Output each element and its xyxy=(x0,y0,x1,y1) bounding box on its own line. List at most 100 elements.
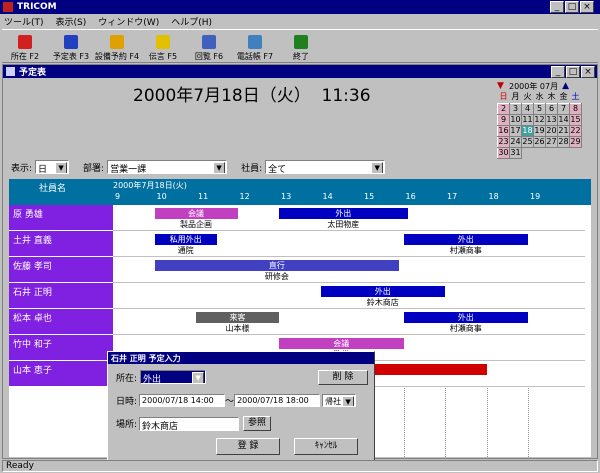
employee-name[interactable]: 山本 恵子 xyxy=(9,361,113,387)
calendar-day[interactable]: 13 xyxy=(545,113,558,126)
calendar-day[interactable]: 9 xyxy=(497,113,510,126)
toolbar-label: 回覧 F6 xyxy=(194,52,224,61)
calendar-day[interactable]: 22 xyxy=(569,124,582,137)
calendar-day[interactable]: 2 xyxy=(497,102,510,115)
calendar-day[interactable]: 25 xyxy=(521,135,534,148)
calendar-day[interactable]: 11 xyxy=(521,113,534,126)
datetime-label: 日時: xyxy=(116,397,138,407)
calendar-day[interactable]: 4 xyxy=(521,102,534,115)
toolbar-button-5[interactable]: 電話帳 F7 xyxy=(232,30,278,62)
toolbar-button-0[interactable]: 所在 F2 xyxy=(2,30,48,62)
hour-label: 17 xyxy=(447,192,458,201)
chevron-down-icon: ▼ xyxy=(213,162,226,173)
hour-label: 12 xyxy=(239,192,250,201)
calendar-day[interactable]: 26 xyxy=(533,135,546,148)
app-maximize-button[interactable]: □ xyxy=(565,1,579,13)
schedule-window-title-bar: 予定表 xyxy=(3,65,597,78)
cancel-button[interactable]: ｷｬﾝｾﾙ xyxy=(294,438,358,455)
calendar-day[interactable]: 19 xyxy=(533,124,546,137)
event-bar[interactable]: 外出 xyxy=(279,208,408,219)
calendar-day[interactable]: 31 xyxy=(509,146,522,159)
calendar-day[interactable]: 21 xyxy=(557,124,570,137)
employee-name[interactable]: 石井 正明 xyxy=(9,283,113,309)
calendar-day xyxy=(522,147,534,158)
register-button[interactable]: 登 録 xyxy=(216,438,280,455)
next-month-button[interactable]: ▲ xyxy=(562,81,569,91)
place-select[interactable]: 外出 ▼ xyxy=(140,370,207,384)
calendar-day[interactable]: 17 xyxy=(509,124,522,137)
schedule-icon xyxy=(64,35,78,49)
display-select[interactable]: 日 ▼ xyxy=(35,160,70,174)
display-label: 表示: xyxy=(11,163,33,174)
calendar-day[interactable]: 6 xyxy=(545,102,558,115)
event-bar[interactable]: 会議 xyxy=(154,208,238,219)
calendar-day[interactable]: 15 xyxy=(569,113,582,126)
event-bar[interactable]: 直行 xyxy=(154,260,400,271)
toolbar-button-3[interactable]: 伝言 F5 xyxy=(140,30,186,62)
schedule-window-title: 予定表 xyxy=(19,68,47,78)
calendar-day[interactable]: 28 xyxy=(557,135,570,148)
win-minimize-button[interactable]: _ xyxy=(551,66,565,78)
employee-name[interactable]: 佐藤 孝司 xyxy=(9,257,113,283)
dialog-title-bar: 石井 正明 予定入力 xyxy=(108,352,374,364)
prev-month-button[interactable]: ▼ xyxy=(497,81,509,91)
calendar-day[interactable]: 18 xyxy=(521,124,534,137)
employee-name[interactable]: 竹中 和子 xyxy=(9,335,113,361)
app-title-bar: TRICOM xyxy=(0,0,600,14)
range-tilde: 〜 xyxy=(225,397,235,407)
calendar-day[interactable]: 5 xyxy=(533,102,546,115)
event-bar[interactable]: 外出 xyxy=(320,286,445,297)
start-datetime-input[interactable]: 2000/07/18 14:00 xyxy=(139,394,226,407)
calendar-day[interactable]: 20 xyxy=(545,124,558,137)
toolbar-button-6[interactable]: 終了 xyxy=(278,30,324,62)
event-bar[interactable]: 会議 xyxy=(279,338,404,349)
weekday-label: 土 xyxy=(571,92,580,102)
reference-button[interactable]: 参照 xyxy=(243,416,272,431)
circulate-icon xyxy=(202,35,216,49)
toolbar-label: 終了 xyxy=(293,52,309,61)
win-maximize-button[interactable]: □ xyxy=(566,66,580,78)
calendar-day[interactable]: 30 xyxy=(497,146,510,159)
calendar-day[interactable]: 24 xyxy=(509,135,522,148)
calendar-day[interactable]: 10 xyxy=(509,113,522,126)
location-input[interactable]: 鈴木商店 xyxy=(139,416,240,431)
menu-tools[interactable]: ツール(T) xyxy=(4,15,44,28)
event-bar[interactable]: 外出 xyxy=(403,312,528,323)
win-close-button[interactable]: × xyxy=(581,66,595,78)
calendar-day[interactable]: 14 xyxy=(557,113,570,126)
event-bar[interactable]: 外出 xyxy=(403,234,528,245)
calendar-day[interactable]: 23 xyxy=(497,135,510,148)
event-bar[interactable]: 来客 xyxy=(196,312,279,323)
current-datetime: 2000年7月18日（火） 11:36 xyxy=(133,86,371,106)
event-detail: 鈴木商店 xyxy=(366,298,399,307)
employee-name[interactable]: 松本 卓也 xyxy=(9,309,113,335)
hour-label: 18 xyxy=(488,192,499,201)
calendar-day[interactable]: 29 xyxy=(569,135,582,148)
app-close-button[interactable]: × xyxy=(580,1,594,13)
end-datetime-input[interactable]: 2000/07/18 18:00 xyxy=(234,394,321,407)
employee-name[interactable]: 原 勇雄 xyxy=(9,205,113,231)
toolbar-button-1[interactable]: 予定表 F3 xyxy=(48,30,94,62)
toolbar-button-2[interactable]: 設備予約 F4 xyxy=(94,30,140,62)
dept-select[interactable]: 営業一課 ▼ xyxy=(107,160,228,174)
calendar-day[interactable]: 8 xyxy=(569,102,582,115)
app-minimize-button[interactable]: _ xyxy=(550,1,564,13)
weekday-label: 水 xyxy=(535,92,544,102)
event-bar[interactable]: 私用外出 xyxy=(154,234,217,245)
calendar-day[interactable]: 3 xyxy=(509,102,522,115)
calendar-day[interactable]: 16 xyxy=(497,124,510,137)
menu-view[interactable]: 表示(S) xyxy=(56,15,87,28)
calendar-day[interactable]: 12 xyxy=(533,113,546,126)
delete-button[interactable]: 削 除 xyxy=(318,370,368,385)
hour-label: 11 xyxy=(198,192,209,201)
hour-label: 15 xyxy=(364,192,375,201)
calendar-day[interactable]: 7 xyxy=(557,102,570,115)
toolbar-button-4[interactable]: 回覧 F6 xyxy=(186,30,232,62)
return-select[interactable]: 帰社 ▼ xyxy=(322,394,357,407)
menu-help[interactable]: ヘルプ(H) xyxy=(171,15,212,28)
menu-window[interactable]: ウィンドウ(W) xyxy=(98,15,159,28)
status-text: Ready xyxy=(6,461,34,471)
employee-select[interactable]: 全て ▼ xyxy=(265,160,386,174)
employee-name[interactable]: 土井 直義 xyxy=(9,231,113,257)
calendar-day[interactable]: 27 xyxy=(545,135,558,148)
